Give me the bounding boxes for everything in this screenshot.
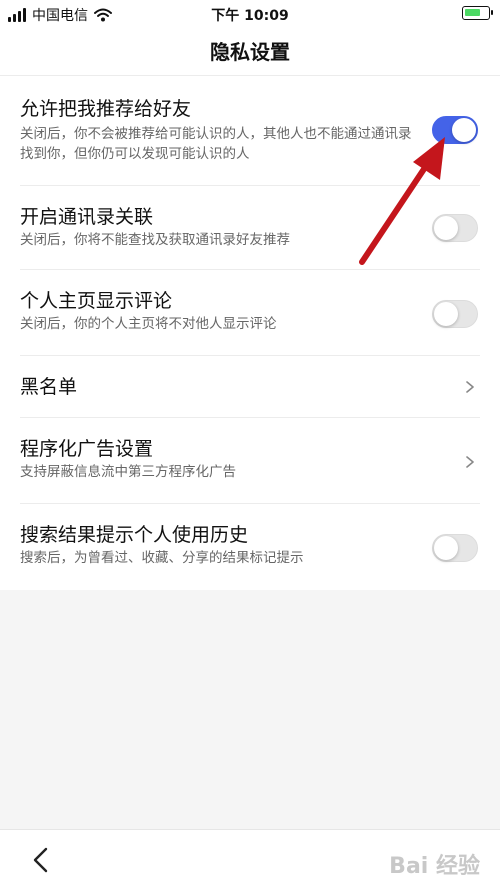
setting-subtitle: 支持屏蔽信息流中第三方程序化广告 <box>20 464 236 480</box>
setting-row-contacts-link[interactable]: 开启通讯录关联 关闭后，你将不能查找及获取通讯录好友推荐 <box>0 186 500 270</box>
setting-title: 允许把我推荐给好友 <box>20 98 192 120</box>
chevron-right-icon <box>466 456 474 468</box>
bottom-toolbar: Bai 经验 <box>0 829 500 889</box>
battery-icon <box>462 6 493 20</box>
setting-subtitle: 搜索后，为曾看过、收藏、分享的结果标记提示 <box>20 550 304 566</box>
recommend-to-friends-toggle[interactable] <box>432 116 478 144</box>
status-time: 下午 10:09 <box>211 8 289 24</box>
setting-title: 个人主页显示评论 <box>20 290 173 312</box>
chevron-right-icon <box>466 381 474 393</box>
setting-title: 搜索结果提示个人使用历史 <box>20 524 249 546</box>
page-title: 隐私设置 <box>210 40 290 64</box>
setting-row-profile-comments[interactable]: 个人主页显示评论 关闭后，你的个人主页将不对他人显示评论 <box>0 270 500 356</box>
setting-row-blacklist[interactable]: 黑名单 <box>0 356 500 418</box>
setting-row-programmatic-ads[interactable]: 程序化广告设置 支持屏蔽信息流中第三方程序化广告 <box>0 418 500 504</box>
setting-subtitle: 关闭后，你的个人主页将不对他人显示评论 <box>20 316 277 332</box>
status-bar: 中国电信 下午 10:09 <box>0 0 500 28</box>
search-history-toggle[interactable] <box>432 534 478 562</box>
setting-subtitle: 关闭后，你不会被推荐给可能认识的人，其他人也不能通过通讯录找到你，但你仍可以发现… <box>20 126 412 162</box>
setting-title: 开启通讯录关联 <box>20 206 154 228</box>
contacts-link-toggle[interactable] <box>432 214 478 242</box>
watermark: Bai 经验 <box>389 854 480 879</box>
setting-title: 程序化广告设置 <box>20 438 154 460</box>
chevron-left-icon[interactable] <box>30 846 52 874</box>
nav-bar: 隐私设置 <box>0 28 500 76</box>
settings-list: 允许把我推荐给好友 关闭后，你不会被推荐给可能认识的人，其他人也不能通过通讯录找… <box>0 76 500 590</box>
setting-subtitle: 关闭后，你将不能查找及获取通讯录好友推荐 <box>20 232 290 248</box>
setting-title: 黑名单 <box>20 376 78 398</box>
setting-row-search-history[interactable]: 搜索结果提示个人使用历史 搜索后，为曾看过、收藏、分享的结果标记提示 <box>0 504 500 590</box>
profile-comments-toggle[interactable] <box>432 300 478 328</box>
setting-row-recommend-to-friends[interactable]: 允许把我推荐给好友 关闭后，你不会被推荐给可能认识的人，其他人也不能通过通讯录找… <box>0 76 500 186</box>
